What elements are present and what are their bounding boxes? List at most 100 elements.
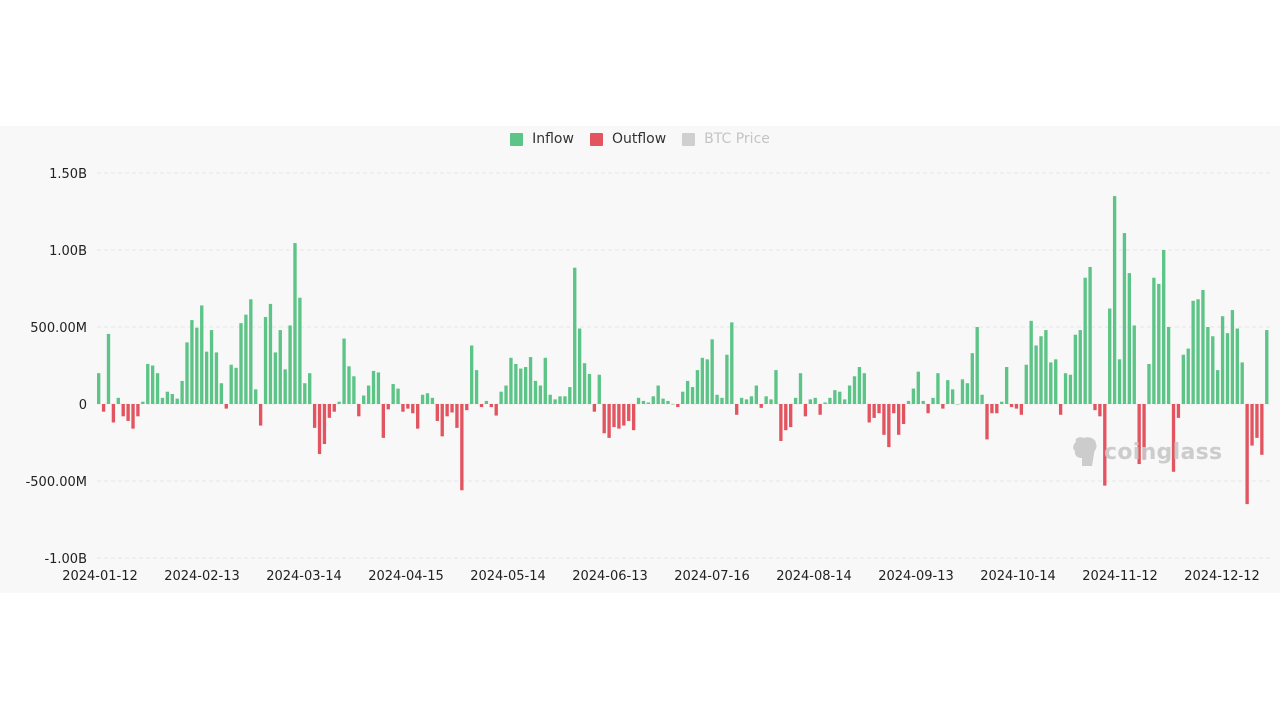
bar-outflow[interactable] (327, 404, 332, 418)
bar-inflow[interactable] (1034, 345, 1038, 404)
bar-inflow[interactable] (980, 394, 984, 404)
bar-inflow[interactable] (1152, 277, 1156, 404)
bar-inflow[interactable] (1068, 374, 1073, 404)
bar-inflow[interactable] (283, 369, 287, 404)
bar-inflow[interactable] (160, 397, 165, 404)
bar-inflow[interactable] (862, 373, 866, 404)
bar-outflow[interactable] (941, 404, 945, 409)
bar-outflow[interactable] (1058, 404, 1063, 415)
bar-inflow[interactable] (1201, 290, 1205, 404)
bar-inflow[interactable] (921, 400, 925, 404)
bar-outflow[interactable] (631, 404, 636, 431)
bar-outflow[interactable] (1245, 404, 1249, 505)
bar-inflow[interactable] (715, 394, 719, 404)
bar-inflow[interactable] (352, 376, 356, 404)
bar-inflow[interactable] (808, 399, 812, 404)
bar-inflow[interactable] (1044, 330, 1048, 404)
bar-inflow[interactable] (950, 389, 955, 404)
bar-inflow[interactable] (254, 389, 258, 404)
bar-outflow[interactable] (101, 404, 106, 412)
bar-inflow[interactable] (1029, 320, 1033, 404)
bar-outflow[interactable] (460, 404, 464, 491)
bar-outflow[interactable] (818, 404, 822, 415)
bar-outflow[interactable] (322, 404, 327, 445)
bar-inflow[interactable] (1004, 367, 1009, 404)
bar-inflow[interactable] (739, 397, 744, 404)
bar-outflow[interactable] (479, 404, 484, 408)
bar-inflow[interactable] (538, 385, 543, 404)
bar-outflow[interactable] (676, 404, 680, 408)
bar-inflow[interactable] (533, 380, 538, 404)
bar-inflow[interactable] (308, 373, 312, 404)
bar-inflow[interactable] (749, 396, 754, 404)
bar-inflow[interactable] (965, 383, 970, 404)
bar-outflow[interactable] (131, 404, 135, 429)
bar-outflow[interactable] (995, 404, 999, 414)
bar-outflow[interactable] (416, 404, 420, 429)
bar-inflow[interactable] (1127, 273, 1132, 404)
bar-inflow[interactable] (838, 391, 842, 404)
bar-outflow[interactable] (901, 404, 906, 425)
bar-inflow[interactable] (1054, 359, 1058, 404)
bar-outflow[interactable] (411, 404, 415, 414)
bar-inflow[interactable] (146, 363, 150, 404)
bar-inflow[interactable] (813, 397, 817, 404)
bar-outflow[interactable] (332, 404, 336, 412)
bar-inflow[interactable] (843, 399, 847, 404)
bar-inflow[interactable] (970, 353, 974, 404)
bar-outflow[interactable] (926, 404, 930, 414)
bar-inflow[interactable] (568, 387, 572, 404)
bar-inflow[interactable] (1166, 327, 1171, 404)
bar-inflow[interactable] (141, 401, 145, 404)
bar-outflow[interactable] (990, 404, 994, 414)
bar-inflow[interactable] (288, 325, 292, 404)
bar-outflow[interactable] (607, 404, 611, 438)
bar-inflow[interactable] (1240, 362, 1244, 404)
bar-outflow[interactable] (803, 404, 808, 417)
bar-inflow[interactable] (278, 330, 282, 404)
bar-outflow[interactable] (455, 404, 459, 428)
bar-inflow[interactable] (641, 400, 646, 404)
bar-inflow[interactable] (1206, 327, 1210, 404)
bar-inflow[interactable] (106, 333, 111, 404)
bar-inflow[interactable] (656, 385, 660, 404)
bar-outflow[interactable] (381, 404, 385, 438)
bar-inflow[interactable] (558, 396, 562, 404)
bar-outflow[interactable] (357, 404, 361, 417)
bar-inflow[interactable] (705, 359, 709, 404)
bar-inflow[interactable] (116, 397, 120, 404)
bar-inflow[interactable] (1157, 283, 1161, 404)
bar-inflow[interactable] (504, 385, 508, 404)
bar-inflow[interactable] (519, 368, 523, 404)
bar-inflow[interactable] (425, 393, 430, 404)
bar-outflow[interactable] (627, 404, 631, 421)
bar-inflow[interactable] (362, 395, 366, 404)
bar-inflow[interactable] (685, 380, 690, 404)
bar-outflow[interactable] (121, 404, 125, 417)
bar-inflow[interactable] (543, 357, 547, 404)
bar-inflow[interactable] (573, 267, 577, 404)
bar-inflow[interactable] (774, 370, 778, 404)
bar-inflow[interactable] (823, 402, 827, 404)
bar-outflow[interactable] (489, 404, 493, 408)
bar-inflow[interactable] (1230, 310, 1235, 404)
bar-inflow[interactable] (470, 345, 474, 404)
bar-outflow[interactable] (111, 404, 116, 423)
bar-inflow[interactable] (185, 342, 189, 404)
bar-outflow[interactable] (386, 404, 390, 410)
bar-inflow[interactable] (636, 397, 641, 404)
bar-inflow[interactable] (293, 243, 297, 404)
bar-outflow[interactable] (406, 404, 410, 409)
bar-inflow[interactable] (200, 305, 204, 404)
bar-inflow[interactable] (955, 404, 960, 405)
bar-outflow[interactable] (882, 404, 886, 435)
bar-inflow[interactable] (1225, 333, 1230, 404)
bar-inflow[interactable] (523, 367, 528, 404)
bar-outflow[interactable] (1009, 404, 1014, 408)
bar-inflow[interactable] (671, 404, 675, 405)
bar-inflow[interactable] (666, 400, 670, 404)
bar-outflow[interactable] (126, 404, 130, 421)
bar-outflow[interactable] (1093, 404, 1097, 411)
bar-inflow[interactable] (499, 391, 503, 404)
bar-inflow[interactable] (769, 399, 773, 404)
